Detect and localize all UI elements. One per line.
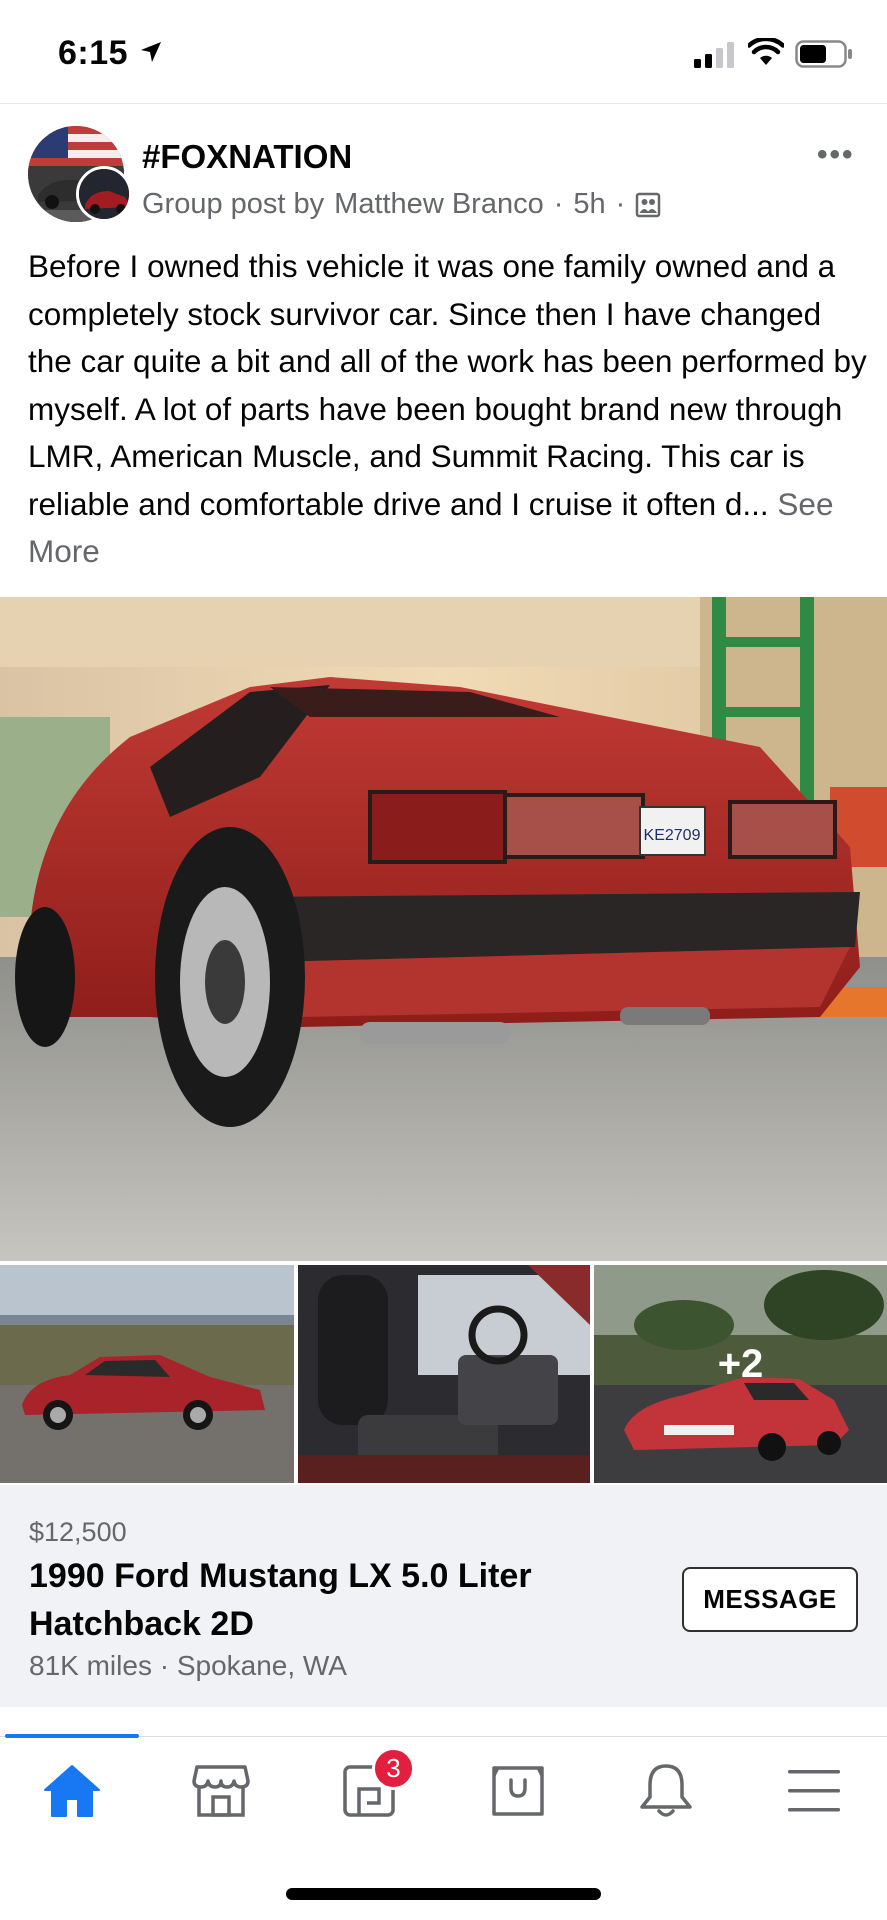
- shop-bag-icon: [492, 1766, 544, 1816]
- status-time: 6:15: [58, 34, 129, 72]
- post-meta: Group post by Matthew Branco · 5h ·: [142, 188, 661, 221]
- active-tab-indicator: [5, 1734, 139, 1738]
- meta-separator: ·: [615, 188, 626, 220]
- home-indicator[interactable]: [286, 1888, 601, 1900]
- status-bar: 6:15: [0, 0, 887, 104]
- author-avatar-image: [79, 169, 129, 219]
- nav-home[interactable]: [27, 1756, 117, 1826]
- marketplace-icon: [192, 1765, 250, 1817]
- mustang-interior-photo: [298, 1265, 590, 1483]
- post-body-text: Before I owned this vehicle it was one f…: [28, 248, 867, 522]
- group-privacy-icon: [636, 192, 661, 217]
- license-plate-text: KE2709: [644, 827, 701, 844]
- bell-icon: [640, 1764, 692, 1817]
- nav-menu[interactable]: [769, 1756, 859, 1826]
- post-meta-prefix: Group post by: [142, 188, 325, 220]
- more-photos-count: +2: [717, 1341, 764, 1386]
- listing-details: 81K miles · Spokane, WA: [29, 1650, 347, 1681]
- author-avatar[interactable]: [76, 166, 132, 222]
- cellular-signal-icon: [694, 42, 734, 68]
- notification-badge: 3: [372, 1747, 415, 1790]
- message-button[interactable]: MESSAGE: [682, 1567, 858, 1632]
- post-time[interactable]: 5h: [573, 188, 605, 221]
- home-icon: [44, 1765, 100, 1817]
- nav-notifications[interactable]: [621, 1756, 711, 1826]
- battery-icon: [795, 40, 852, 68]
- location-arrow-icon: [141, 42, 161, 62]
- mustang-side-photo: [0, 1265, 294, 1483]
- post-author[interactable]: Matthew Branco: [334, 188, 544, 221]
- listing-thumbnail[interactable]: [0, 1265, 294, 1483]
- more-options-icon[interactable]: •••: [817, 138, 855, 172]
- nav-shop[interactable]: [473, 1756, 563, 1826]
- meta-separator: ·: [553, 188, 564, 220]
- main-listing-photo[interactable]: KE2709: [0, 597, 887, 1261]
- menu-icon: [788, 1770, 840, 1812]
- group-name[interactable]: #FOXNATION: [142, 138, 352, 176]
- nav-marketplace[interactable]: [176, 1756, 266, 1826]
- listing-price: $12,500: [29, 1517, 127, 1547]
- listing-thumbnail[interactable]: +2: [594, 1265, 887, 1483]
- listing-thumbnail[interactable]: [298, 1265, 590, 1483]
- listing-title[interactable]: 1990 Ford Mustang LX 5.0 Liter Hatchback…: [29, 1552, 589, 1648]
- mustang-rear-photo: KE2709: [0, 597, 887, 1261]
- post-body: Before I owned this vehicle it was one f…: [28, 243, 868, 576]
- wifi-icon: [748, 38, 784, 65]
